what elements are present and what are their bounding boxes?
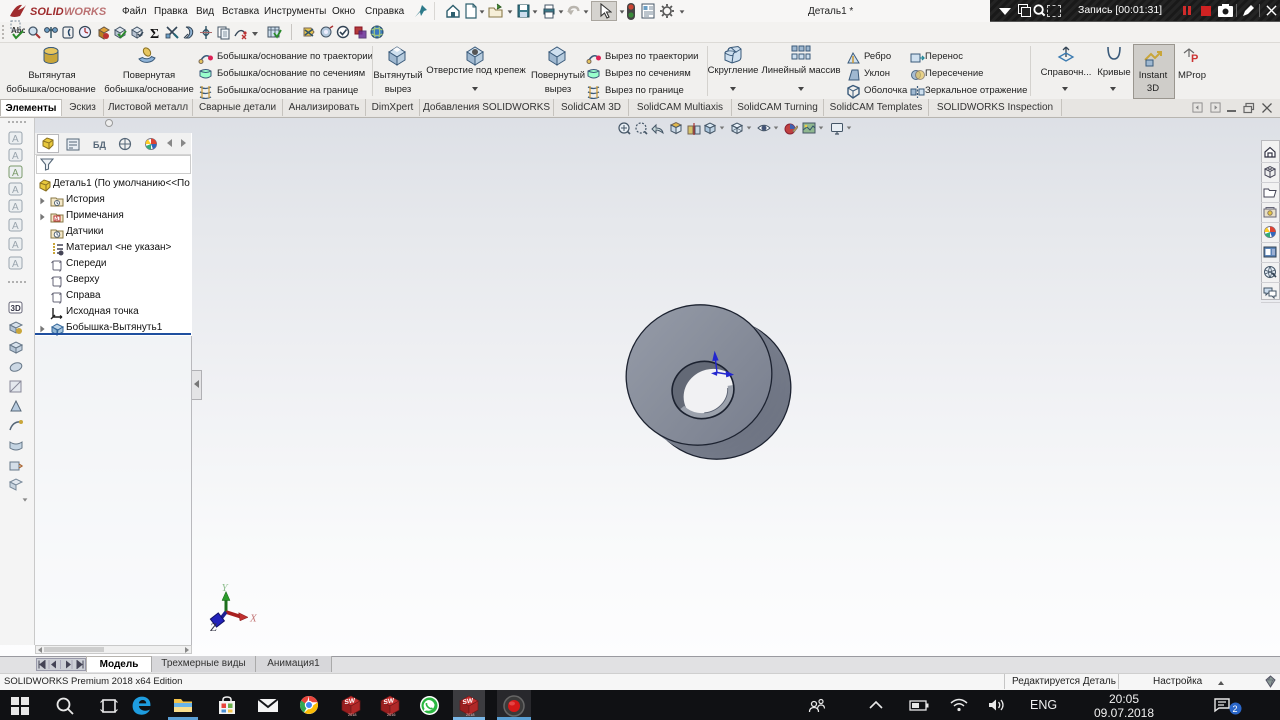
- svg-text:2018: 2018: [348, 713, 356, 716]
- svg-text:2016: 2016: [387, 713, 395, 716]
- svg-text:X: X: [249, 613, 258, 625]
- svg-text:Z: Z: [210, 620, 217, 633]
- svg-text:3D: 3D: [11, 304, 21, 313]
- svg-text:A: A: [12, 221, 19, 232]
- svg-text:WORKS: WORKS: [64, 6, 107, 18]
- svg-text:A: A: [12, 168, 19, 179]
- svg-text:A: A: [12, 151, 19, 162]
- svg-text:A: A: [12, 185, 19, 196]
- svg-text:P: P: [1191, 53, 1198, 65]
- svg-text:SOLID: SOLID: [30, 6, 64, 18]
- svg-text:A: A: [12, 240, 19, 251]
- svg-text:A: A: [12, 259, 19, 270]
- svg-text:Σ: Σ: [150, 27, 159, 40]
- svg-text:A: A: [12, 134, 19, 145]
- svg-text:A: A: [12, 202, 19, 213]
- svg-text:2018: 2018: [466, 713, 474, 716]
- svg-text:БД: БД: [93, 140, 106, 150]
- svg-text:2: 2: [1233, 704, 1238, 714]
